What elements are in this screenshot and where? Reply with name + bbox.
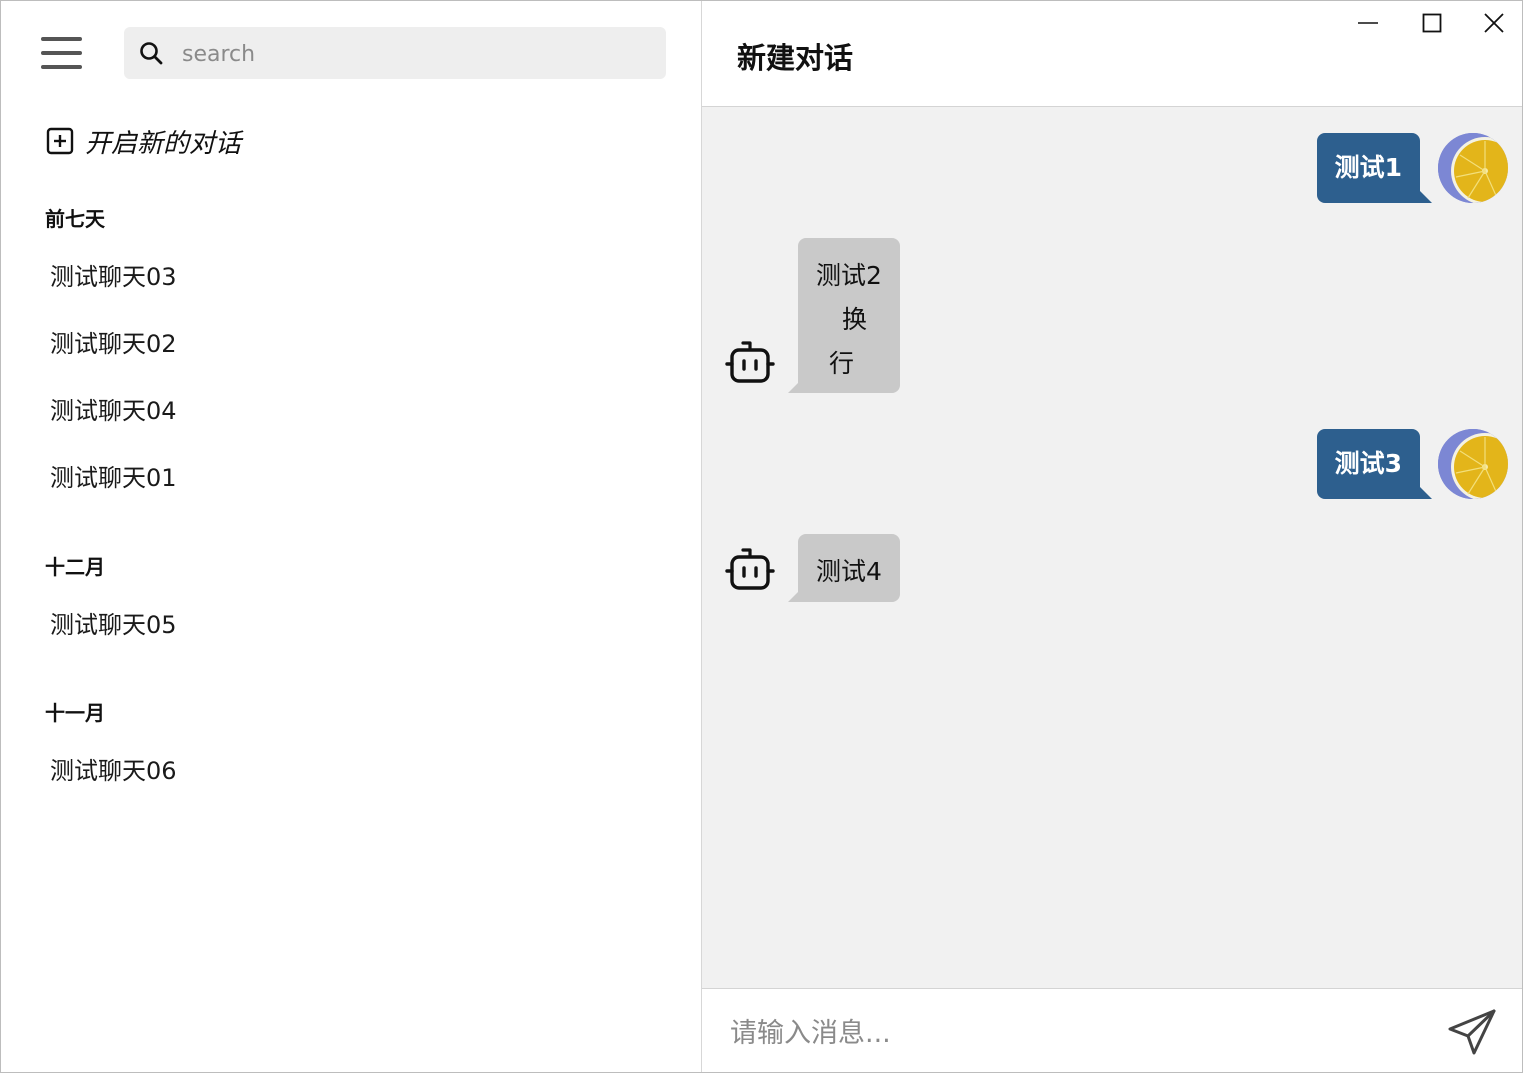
chat-panel: 新建对话 测试1 测试2 换 行 测试3 测试4 请输入消息... [702, 1, 1522, 1072]
minimize-button[interactable] [1346, 7, 1390, 39]
user-avatar [1438, 429, 1508, 499]
bot-message: 测试4 [788, 534, 900, 602]
conversation-item[interactable]: 测试聊天05 [50, 605, 177, 640]
close-icon [1484, 13, 1504, 33]
lemon-avatar-image [1438, 133, 1508, 203]
group-title: 前七天 [45, 207, 105, 231]
user-message: 测试1 [1316, 133, 1433, 203]
bot-message-line: 换 [842, 305, 868, 334]
hamburger-icon[interactable] [41, 35, 82, 71]
lemon-avatar-image [1438, 429, 1508, 499]
bot-message: 测试2 换 行 [788, 238, 900, 393]
conversation-item[interactable]: 测试聊天02 [50, 324, 177, 359]
bot-message-line: 测试2 [816, 261, 882, 290]
sidebar: 开启新的对话 前七天 测试聊天03 测试聊天02 测试聊天04 测试聊天01 十… [1, 1, 702, 1072]
bot-message-line: 测试4 [816, 557, 882, 586]
group-title: 十二月 [45, 555, 105, 579]
chat-title: 新建对话 [737, 41, 854, 75]
message-composer [702, 988, 1522, 1072]
user-message: 测试3 [1316, 429, 1433, 499]
new-chat-label: 开启新的对话 [85, 128, 242, 159]
chat-header: 新建对话 [702, 1, 1522, 107]
send-button[interactable] [1446, 1007, 1498, 1057]
conversation-item[interactable]: 测试聊天01 [50, 458, 177, 493]
plus-square-icon [46, 127, 74, 155]
conversation-item[interactable]: 测试聊天04 [50, 391, 177, 426]
maximize-button[interactable] [1410, 7, 1454, 39]
robot-icon [725, 341, 775, 383]
bot-message-line: 行 [829, 349, 855, 378]
close-button[interactable] [1472, 7, 1516, 39]
search-box [124, 27, 666, 81]
paper-plane-icon [1448, 1009, 1496, 1055]
search-input[interactable] [180, 27, 654, 81]
conversation-item[interactable]: 测试聊天06 [50, 751, 177, 786]
robot-icon [725, 548, 775, 590]
message-list: 测试1 测试2 换 行 测试3 测试4 [702, 107, 1522, 988]
maximize-icon [1422, 13, 1442, 33]
search-icon [140, 42, 163, 65]
minimize-icon [1358, 22, 1378, 24]
message-input[interactable] [728, 1009, 1412, 1057]
conversation-item[interactable]: 测试聊天03 [50, 257, 177, 292]
app-window: 开启新的对话 前七天 测试聊天03 测试聊天02 测试聊天04 测试聊天01 十… [0, 0, 1523, 1073]
new-chat-button[interactable]: 开启新的对话 [46, 121, 241, 161]
group-title: 十一月 [45, 701, 105, 725]
user-avatar [1438, 133, 1508, 203]
